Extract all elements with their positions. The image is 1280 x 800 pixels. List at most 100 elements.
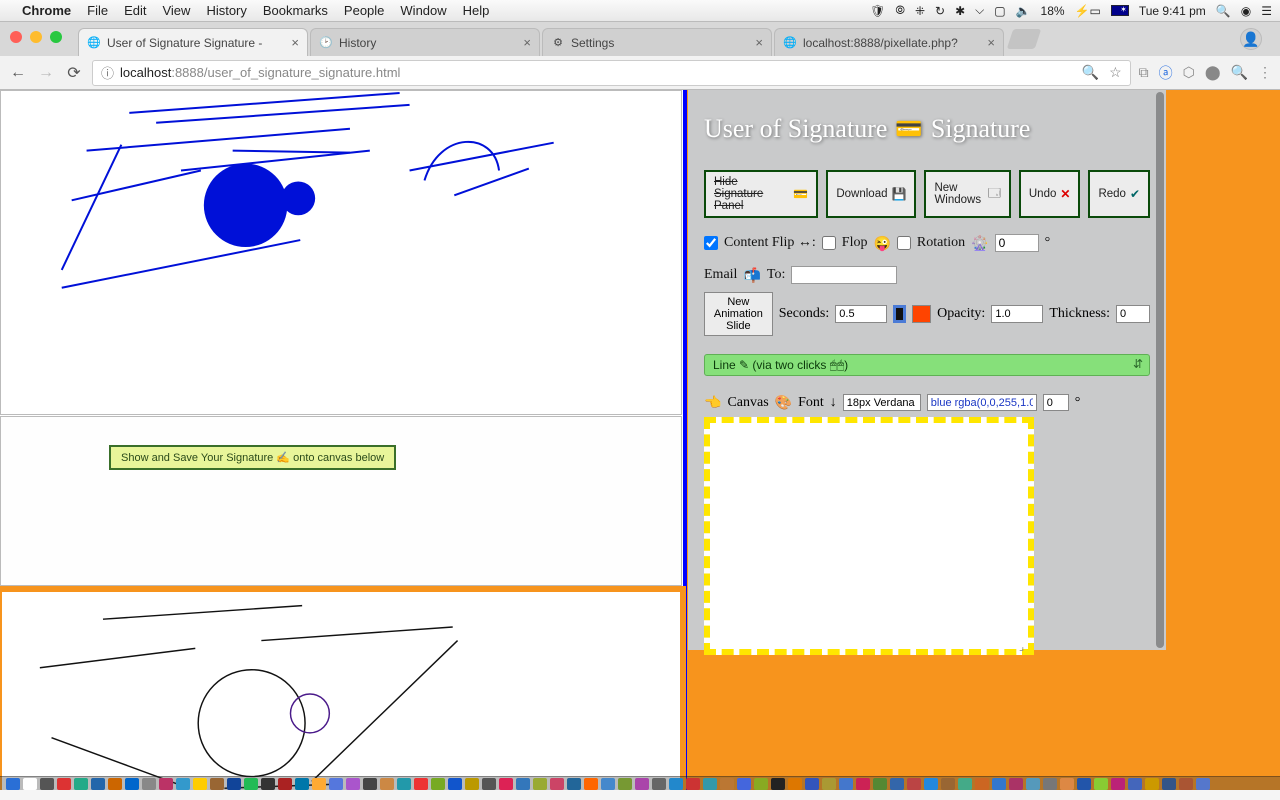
dock-item[interactable] — [1196, 778, 1210, 790]
dock-item[interactable] — [414, 778, 428, 790]
dock-item[interactable] — [465, 778, 479, 790]
dock-item[interactable] — [771, 778, 785, 790]
rotation-input[interactable] — [995, 234, 1039, 252]
dock-item[interactable] — [601, 778, 615, 790]
dock-item[interactable] — [295, 778, 309, 790]
menu-view[interactable]: View — [162, 3, 190, 18]
dock-item[interactable] — [1060, 778, 1074, 790]
extension-icon[interactable]: ⓐ — [1159, 63, 1173, 83]
dock-item[interactable] — [550, 778, 564, 790]
show-save-signature-button[interactable]: Show and Save Your Signature ✍ onto canv… — [109, 445, 396, 470]
menu-help[interactable]: Help — [463, 3, 490, 18]
volume-icon[interactable]: 🔈 — [1016, 4, 1031, 18]
dock-item[interactable] — [397, 778, 411, 790]
tab-settings[interactable]: ⚙ Settings × — [542, 28, 772, 56]
dock-item[interactable] — [1145, 778, 1159, 790]
dock-item[interactable] — [1043, 778, 1057, 790]
dock-item[interactable] — [567, 778, 581, 790]
dock-item[interactable] — [618, 778, 632, 790]
dock-item[interactable] — [431, 778, 445, 790]
dock-item[interactable] — [278, 778, 292, 790]
extension-icon[interactable]: ⬡ — [1183, 64, 1195, 81]
dock-item[interactable] — [261, 778, 275, 790]
dock-item[interactable] — [329, 778, 343, 790]
extension-icon[interactable]: ⬤ — [1205, 64, 1221, 81]
dock-item[interactable] — [312, 778, 326, 790]
profile-avatar[interactable]: 👤 — [1240, 28, 1262, 50]
dock-item[interactable] — [176, 778, 190, 790]
dock-item[interactable] — [635, 778, 649, 790]
notification-icon[interactable]: ☰ — [1261, 4, 1272, 18]
menu-edit[interactable]: Edit — [124, 3, 146, 18]
dock-item[interactable] — [975, 778, 989, 790]
dock-item[interactable] — [380, 778, 394, 790]
menu-history[interactable]: History — [206, 3, 246, 18]
close-window-icon[interactable] — [10, 31, 22, 43]
tab-pixellate[interactable]: 🌐 localhost:8888/pixellate.php? × — [774, 28, 1004, 56]
tab-history[interactable]: 🕑 History × — [310, 28, 540, 56]
dock-item[interactable] — [805, 778, 819, 790]
dock-item[interactable] — [142, 778, 156, 790]
dock-item[interactable] — [482, 778, 496, 790]
dock-item[interactable] — [856, 778, 870, 790]
rotation-checkbox[interactable] — [897, 236, 911, 250]
dock-item[interactable] — [1179, 778, 1193, 790]
dock-item[interactable] — [448, 778, 462, 790]
dock-item[interactable] — [1077, 778, 1091, 790]
dock-item[interactable] — [1094, 778, 1108, 790]
chrome-menu-icon[interactable]: ⋮ — [1258, 64, 1272, 81]
dock-item[interactable] — [890, 778, 904, 790]
dock-item[interactable] — [91, 778, 105, 790]
resize-grip-icon[interactable]: ⌟ — [1019, 640, 1031, 652]
dock-item[interactable] — [788, 778, 802, 790]
bluetooth-icon[interactable]: ✱ — [955, 4, 965, 18]
dock-item[interactable] — [992, 778, 1006, 790]
dock-item[interactable] — [1009, 778, 1023, 790]
redo-button[interactable]: Redo✔ — [1088, 170, 1150, 218]
undo-button[interactable]: Undo✕ — [1019, 170, 1081, 218]
new-animation-slide-button[interactable]: New Animation Slide — [704, 292, 773, 336]
close-tab-icon[interactable]: × — [987, 35, 995, 50]
address-bar[interactable]: ⓘ localhost:8888/user_of_signature_signa… — [92, 60, 1131, 86]
dock-item[interactable] — [227, 778, 241, 790]
reload-button[interactable]: ⟳ — [64, 63, 84, 83]
dock-item[interactable] — [1026, 778, 1040, 790]
dock-item[interactable] — [40, 778, 54, 790]
dock-item[interactable] — [244, 778, 258, 790]
dock-item[interactable] — [907, 778, 921, 790]
signature-canvas-bottom[interactable] — [2, 592, 680, 790]
email-to-input[interactable] — [791, 266, 897, 284]
extension-icon[interactable]: ⧉ — [1139, 64, 1149, 81]
scratch-canvas[interactable]: ⌟ — [704, 417, 1034, 655]
siri-icon[interactable]: ◉ — [1241, 4, 1251, 18]
opacity-input[interactable] — [991, 305, 1043, 323]
bookmark-icon[interactable]: ☆ — [1109, 64, 1122, 81]
dock-item[interactable] — [516, 778, 530, 790]
clock[interactable]: Tue 9:41 pm — [1139, 4, 1206, 18]
dock-item[interactable] — [822, 778, 836, 790]
menu-app[interactable]: Chrome — [22, 3, 71, 18]
tab-signature[interactable]: 🌐 User of Signature Signature - × — [78, 28, 308, 56]
dock-item[interactable] — [210, 778, 224, 790]
dock-item[interactable] — [720, 778, 734, 790]
dock-item[interactable] — [941, 778, 955, 790]
tool-select[interactable]: Line ✎ (via two clicks 🖱🖱) — [704, 354, 1150, 376]
dock-item[interactable] — [839, 778, 853, 790]
close-tab-icon[interactable]: × — [291, 35, 299, 50]
colour-input[interactable] — [927, 394, 1037, 411]
dock-item[interactable] — [499, 778, 513, 790]
dock-item[interactable] — [1111, 778, 1125, 790]
dock-item[interactable] — [958, 778, 972, 790]
dock-item[interactable] — [159, 778, 173, 790]
site-info-icon[interactable]: ⓘ — [101, 63, 114, 82]
dock-item[interactable] — [652, 778, 666, 790]
wifi-icon[interactable]: ⌵ — [975, 3, 984, 18]
minimize-window-icon[interactable] — [30, 31, 42, 43]
mac-dock[interactable] — [0, 776, 1280, 790]
dock-item[interactable] — [533, 778, 547, 790]
dock-item[interactable] — [703, 778, 717, 790]
flop-checkbox[interactable] — [822, 236, 836, 250]
close-tab-icon[interactable]: × — [523, 35, 531, 50]
dock-item[interactable] — [125, 778, 139, 790]
dock-item[interactable] — [1128, 778, 1142, 790]
